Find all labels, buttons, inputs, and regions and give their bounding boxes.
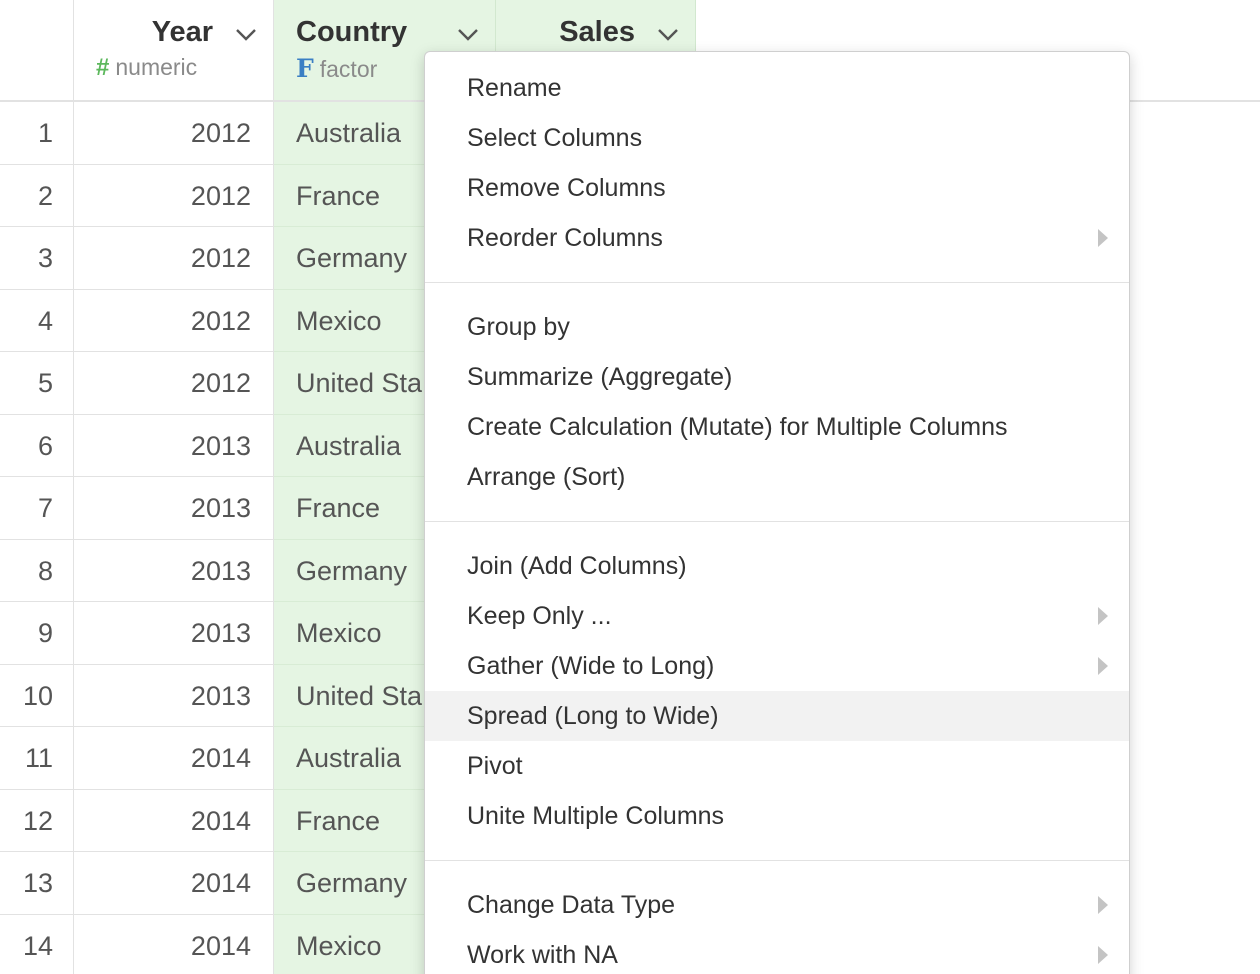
year-cell[interactable]: 2013: [74, 602, 274, 665]
menu-item-label: Work with NA: [467, 941, 618, 969]
menu-item[interactable]: Gather (Wide to Long): [425, 641, 1129, 691]
row-index-cell: 2: [0, 164, 74, 227]
data-grid-view: Year # numeric Country Ffactor Sales 1 201…: [0, 0, 1260, 974]
menu-item-label: Change Data Type: [467, 891, 676, 919]
menu-item-label: Reorder Columns: [467, 224, 663, 252]
year-cell[interactable]: 2012: [74, 352, 274, 415]
year-cell[interactable]: 2014: [74, 852, 274, 915]
row-index-cell: 13: [0, 852, 74, 915]
chevron-down-icon[interactable]: [655, 24, 681, 44]
menu-item-label: Gather (Wide to Long): [467, 652, 715, 680]
menu-item[interactable]: Create Calculation (Mutate) for Multiple…: [425, 402, 1129, 452]
menu-item[interactable]: Remove Columns: [425, 163, 1129, 213]
row-index-cell: 1: [0, 102, 74, 165]
numeric-type-icon: #: [96, 54, 110, 81]
column-type: # numeric: [96, 54, 197, 82]
caret-right-icon: [1098, 896, 1108, 914]
menu-separator: [425, 282, 1129, 283]
column-context-menu: Rename Select Columns Remove Columns Reorde…: [424, 51, 1130, 974]
menu-item[interactable]: Summarize (Aggregate): [425, 352, 1129, 402]
row-index-cell: 5: [0, 352, 74, 415]
row-index-cell: 10: [0, 664, 74, 727]
row-index-cell: 12: [0, 789, 74, 852]
caret-right-icon: [1098, 657, 1108, 675]
menu-item-label: Remove Columns: [467, 174, 666, 202]
year-cell[interactable]: 2012: [74, 227, 274, 290]
menu-item[interactable]: Reorder Columns: [425, 213, 1129, 263]
year-cell[interactable]: 2013: [74, 477, 274, 540]
caret-right-icon: [1098, 229, 1108, 247]
menu-item[interactable]: Join (Add Columns): [425, 541, 1129, 591]
year-cell[interactable]: 2012: [74, 102, 274, 165]
menu-item[interactable]: Change Data Type: [425, 880, 1129, 930]
year-cell[interactable]: 2013: [74, 539, 274, 602]
year-cell[interactable]: 2014: [74, 727, 274, 790]
menu-item-label: Pivot: [467, 752, 523, 780]
menu-item-label: Rename: [467, 74, 562, 102]
row-index-cell: 14: [0, 914, 74, 974]
chevron-down-icon[interactable]: [233, 24, 259, 44]
year-cell[interactable]: 2014: [74, 789, 274, 852]
menu-separator: [425, 860, 1129, 861]
menu-item-label: Arrange (Sort): [467, 463, 626, 491]
menu-item-label: Summarize (Aggregate): [467, 363, 733, 391]
row-index-cell: 9: [0, 602, 74, 665]
year-cell[interactable]: 2012: [74, 289, 274, 352]
column-type-label: numeric: [115, 54, 198, 80]
column-type: Ffactor: [296, 54, 377, 83]
column-name: Sales: [559, 16, 635, 48]
menu-item-label: Create Calculation (Mutate) for Multiple…: [467, 413, 1008, 441]
row-index-header: [0, 0, 74, 100]
menu-item-label: Keep Only ...: [467, 602, 612, 630]
menu-item-label: Spread (Long to Wide): [467, 702, 719, 730]
column-name: Year: [151, 16, 213, 48]
menu-separator: [425, 521, 1129, 522]
row-index-cell: 7: [0, 477, 74, 540]
caret-right-icon: [1098, 607, 1108, 625]
menu-item[interactable]: Select Columns: [425, 113, 1129, 163]
menu-item-label: Group by: [467, 313, 570, 341]
menu-item[interactable]: Keep Only ...: [425, 591, 1129, 641]
menu-item-label: Select Columns: [467, 124, 643, 152]
year-cell[interactable]: 2013: [74, 664, 274, 727]
menu-item[interactable]: Pivot: [425, 741, 1129, 791]
row-index-cell: 3: [0, 227, 74, 290]
menu-item[interactable]: Group by: [425, 302, 1129, 352]
menu-item-label: Join (Add Columns): [467, 552, 687, 580]
year-cell[interactable]: 2012: [74, 164, 274, 227]
menu-item[interactable]: Work with NA: [425, 930, 1129, 974]
menu-item-label: Unite Multiple Columns: [467, 802, 725, 830]
menu-item[interactable]: Unite Multiple Columns: [425, 791, 1129, 841]
year-cell[interactable]: 2013: [74, 414, 274, 477]
menu-item[interactable]: Spread (Long to Wide): [425, 691, 1129, 741]
column-type-label: factor: [319, 56, 378, 82]
menu-item[interactable]: Rename: [425, 63, 1129, 113]
column-name: Country: [296, 16, 408, 48]
row-index-cell: 11: [0, 727, 74, 790]
row-index-cell: 6: [0, 414, 74, 477]
factor-type-icon: F: [296, 54, 314, 83]
row-index-cell: 8: [0, 539, 74, 602]
chevron-down-icon[interactable]: [455, 24, 481, 44]
menu-item[interactable]: Arrange (Sort): [425, 452, 1129, 502]
column-header-year[interactable]: Year # numeric: [74, 0, 274, 100]
year-cell[interactable]: 2014: [74, 914, 274, 974]
row-index-cell: 4: [0, 289, 74, 352]
caret-right-icon: [1098, 946, 1108, 964]
